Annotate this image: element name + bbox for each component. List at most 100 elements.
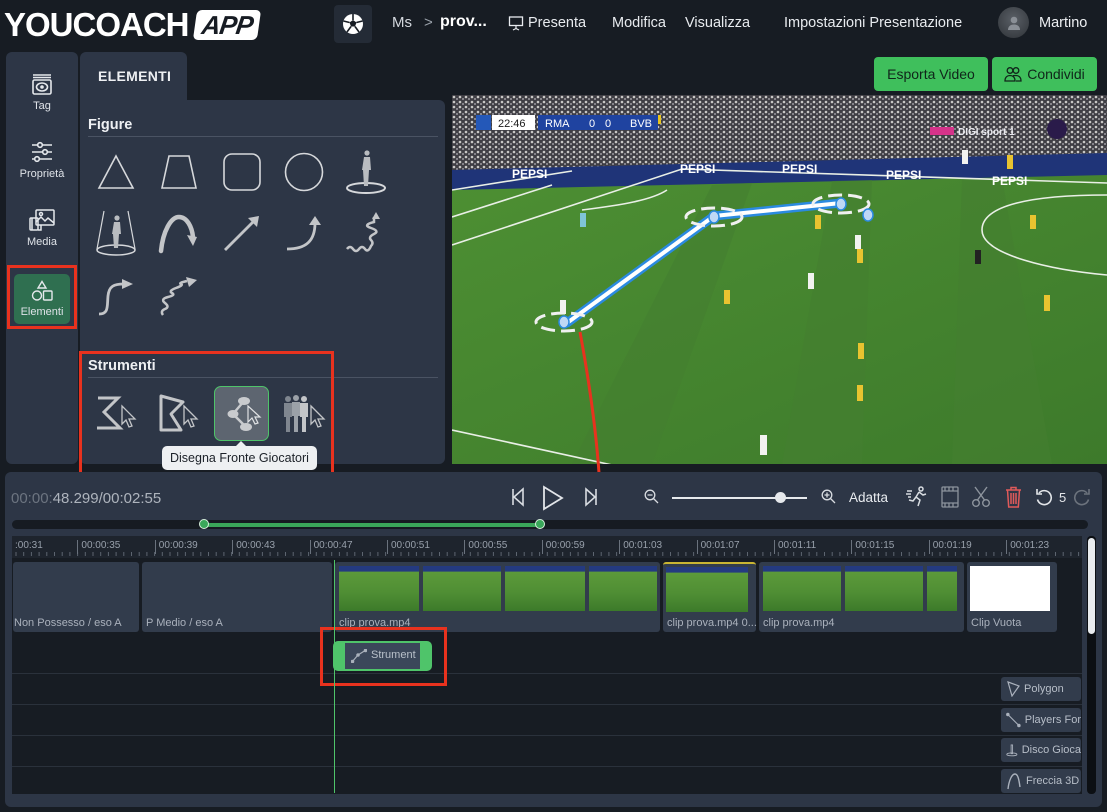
- play-button[interactable]: [542, 485, 564, 516]
- figure-arrow-3d[interactable]: [154, 208, 204, 258]
- avatar: [998, 7, 1029, 38]
- fit-button[interactable]: Adatta: [849, 490, 888, 505]
- share-button[interactable]: Condividi: [992, 57, 1097, 91]
- clip[interactable]: clip prova.mp4: [759, 562, 964, 632]
- runner-button[interactable]: [906, 486, 928, 513]
- rail-item-media[interactable]: Media: [6, 208, 78, 248]
- tag-icon: [32, 74, 52, 95]
- users-icon: [1004, 67, 1022, 82]
- ruler-tick-label: :00:31: [15, 540, 43, 551]
- figure-arrow-straight[interactable]: [217, 208, 267, 258]
- ruler-tick-label: 00:00:51: [387, 540, 430, 554]
- player-disc-icon: [1006, 744, 1018, 757]
- play-icon: [543, 485, 564, 511]
- app-logo[interactable]: YOUCOACH APP: [4, 6, 262, 44]
- player-disc-icon: [346, 150, 386, 194]
- timecode-dim: 00:00:: [11, 490, 53, 507]
- figure-circle[interactable]: [279, 147, 329, 197]
- clip[interactable]: Non Possesso / eso A: [13, 562, 139, 632]
- breadcrumb-current[interactable]: prov...: [440, 13, 487, 31]
- film-button[interactable]: [941, 486, 959, 513]
- scrub-bar[interactable]: [12, 520, 1088, 529]
- skip-back-button[interactable]: [511, 486, 525, 513]
- triangle-icon: [97, 154, 135, 189]
- clip[interactable]: Clip Vuota: [967, 562, 1057, 632]
- score-away-goals: 0: [605, 118, 611, 130]
- menu-modifica[interactable]: Modifica: [612, 15, 666, 31]
- soccer-ball-icon: [343, 14, 363, 34]
- range-end-handle[interactable]: [535, 519, 545, 529]
- film-icon: [941, 486, 959, 508]
- divider: [88, 136, 438, 137]
- redo-button[interactable]: [1073, 488, 1091, 511]
- ruler-tick-label: 00:00:59: [541, 540, 585, 554]
- figure-arrow-s-curve[interactable]: [91, 272, 141, 322]
- export-video-button[interactable]: Esporta Video: [874, 57, 988, 91]
- element-chip-arrow-3d[interactable]: Freccia 3D: [1001, 769, 1081, 793]
- figure-arrow-curved[interactable]: [279, 208, 329, 258]
- clip-thumbnail: [423, 566, 501, 611]
- player-cone-icon: [96, 210, 136, 256]
- zoom-slider-handle[interactable]: [775, 492, 786, 503]
- figure-arrow-wavy[interactable]: [154, 272, 204, 322]
- menu-presenta[interactable]: Presenta: [508, 15, 586, 31]
- rail-item-tag[interactable]: Tag: [6, 72, 78, 112]
- track-divider: [12, 735, 1082, 736]
- soccer-ball-button[interactable]: [334, 5, 372, 43]
- arrow-curved-icon: [286, 216, 321, 251]
- scissors-icon: [972, 486, 990, 507]
- score-away: BVB: [630, 118, 652, 130]
- range-start-handle[interactable]: [199, 519, 209, 529]
- logo-badge: APP: [192, 10, 262, 40]
- highlight-tool-clip: [320, 627, 447, 686]
- cut-button[interactable]: [971, 486, 991, 513]
- clip-thumbnail: [763, 566, 841, 611]
- clip-label: clip prova.mp4: [763, 617, 835, 629]
- broadcaster-text: DIGI sport 1: [958, 127, 1015, 138]
- redo-icon: [1073, 489, 1090, 506]
- element-chip-label: Disco Gioca: [1021, 744, 1081, 756]
- rounded-square-icon: [223, 153, 261, 191]
- trash-icon: [1006, 486, 1021, 508]
- figure-trapezoid[interactable]: [154, 147, 204, 197]
- delete-button[interactable]: [1005, 486, 1022, 513]
- clip-thumbnail: [927, 566, 957, 611]
- breadcrumb-root[interactable]: Ms: [392, 14, 412, 31]
- zoom-in-icon: [821, 489, 836, 504]
- clip[interactable]: clip prova.mp4: [335, 562, 660, 632]
- ad-text: PEPSI: [512, 167, 547, 181]
- ruler-tick-label: 00:00:47: [309, 540, 353, 554]
- presentation-icon: [508, 15, 524, 31]
- skip-forward-button[interactable]: [584, 486, 598, 513]
- clip[interactable]: P Medio / eso A: [142, 562, 332, 632]
- rail-item-proprieta[interactable]: Proprietà: [6, 140, 78, 180]
- score-home: RMA: [545, 118, 570, 130]
- figure-player-disc[interactable]: [341, 147, 391, 197]
- track-divider: [12, 673, 1082, 674]
- ad-text: PEPSI: [680, 162, 715, 176]
- menu-impostazioni[interactable]: Impostazioni Presentazione: [784, 15, 962, 31]
- ruler-tick-label: 00:01:11: [774, 540, 816, 554]
- playhead[interactable]: [334, 560, 335, 793]
- figure-triangle[interactable]: [91, 147, 141, 197]
- selected-range[interactable]: [204, 523, 540, 527]
- menu-visualizza[interactable]: Visualizza: [685, 15, 750, 31]
- tab-elementi[interactable]: ELEMENTI: [80, 52, 187, 100]
- zoom-in-button[interactable]: [821, 489, 836, 509]
- undo-button[interactable]: [1035, 488, 1053, 511]
- element-chip-players-front[interactable]: Players For: [1001, 708, 1081, 732]
- clip-thumbnail: [589, 566, 657, 611]
- zoom-slider[interactable]: [672, 497, 807, 499]
- clip-thumbnail: [970, 566, 1050, 611]
- figure-player-cone[interactable]: [91, 208, 141, 258]
- zoom-out-button[interactable]: [644, 489, 659, 509]
- user-menu[interactable]: Martino: [998, 7, 1087, 38]
- element-chip-player-disc[interactable]: Disco Gioca: [1001, 738, 1081, 762]
- figure-rounded-square[interactable]: [217, 147, 267, 197]
- ruler-tick-label: 00:01:19: [928, 540, 972, 554]
- clip[interactable]: clip prova.mp4 0...: [663, 562, 756, 632]
- figure-arrow-wavy-up[interactable]: [341, 208, 391, 258]
- element-chip-polygon[interactable]: Polygon: [1001, 677, 1081, 701]
- timeline-scrollbar-thumb[interactable]: [1088, 538, 1095, 634]
- arrow-3d-icon: [1007, 773, 1021, 790]
